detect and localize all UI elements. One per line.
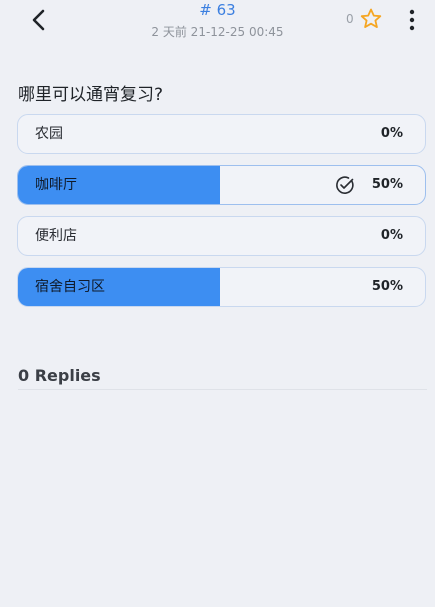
poll-question: 哪里可以通宵复习? [18, 85, 164, 105]
option-label: 咖啡厅 [35, 177, 77, 193]
star-outline-icon [360, 8, 382, 28]
post-header: # 63 2 天前 21-12-25 00:45 0 [0, 0, 435, 48]
favorite-count: 0 [346, 12, 354, 26]
poll-option-0[interactable]: 农园 0% [17, 114, 426, 154]
option-label: 便利店 [35, 228, 77, 244]
option-percent: 0% [380, 126, 403, 141]
option-label: 宿舍自习区 [35, 279, 105, 295]
poll-option-2[interactable]: 便利店 0% [17, 216, 426, 256]
favorite-button[interactable] [359, 7, 383, 31]
option-percent: 50% [371, 279, 403, 294]
divider [18, 389, 427, 390]
option-percent: 50% [371, 177, 403, 192]
poll-option-3[interactable]: 宿舍自习区 50% [17, 267, 426, 307]
replies-heading: 0 Replies [18, 366, 101, 385]
check-circle-icon [336, 176, 354, 194]
poll-option-1[interactable]: 咖啡厅 50% [17, 165, 426, 205]
more-options-button[interactable] [402, 8, 422, 32]
more-vertical-icon [409, 9, 415, 31]
option-label: 农园 [35, 126, 63, 142]
option-percent: 0% [380, 228, 403, 243]
